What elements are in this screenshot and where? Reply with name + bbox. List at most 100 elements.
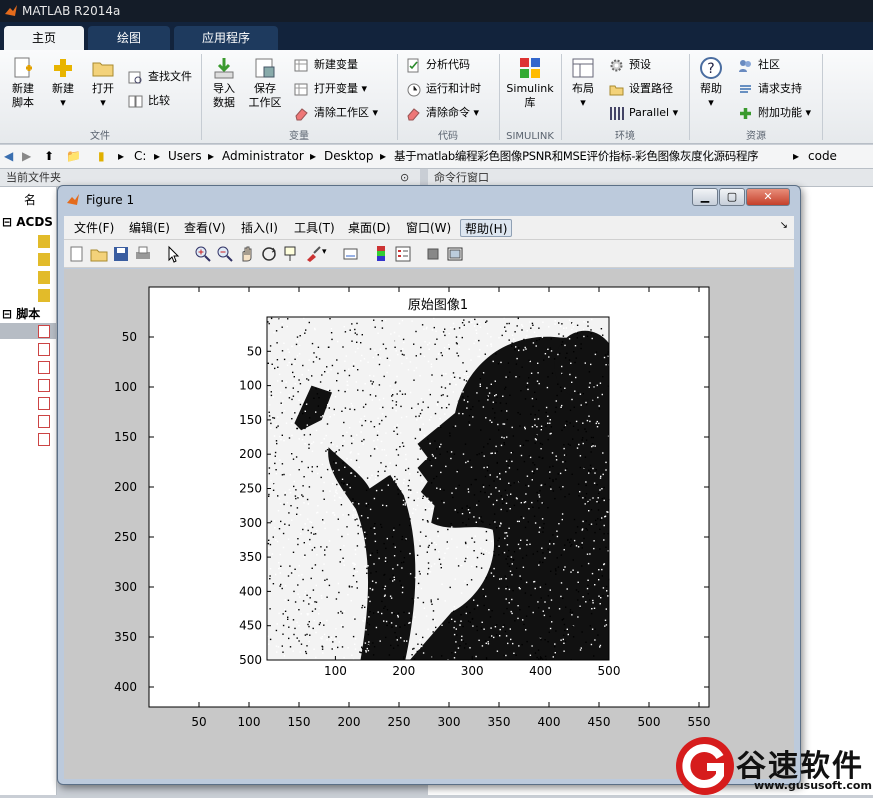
m-file-icon[interactable] (38, 325, 50, 338)
clear-workspace-button[interactable]: 清除工作区 ▾ (294, 104, 378, 124)
tab-home[interactable]: 主页 (4, 26, 84, 50)
hide-tools-icon[interactable] (424, 245, 442, 263)
folder-acds[interactable]: ⊟ ACDS (2, 215, 53, 229)
legend-icon[interactable] (394, 245, 412, 263)
pan-icon[interactable] (238, 245, 256, 263)
watermark-logo-icon (676, 737, 734, 795)
print-icon[interactable] (134, 245, 152, 263)
new-figure-icon[interactable] (68, 245, 86, 263)
analyze-code-button[interactable]: 分析代码 (406, 56, 470, 76)
open-variable-button[interactable]: 打开变量 ▾ (294, 80, 367, 100)
set-path-button[interactable]: 设置路径 (609, 80, 673, 100)
x-tick-label: 500 (598, 664, 621, 678)
menu-view[interactable]: 查看(V) (180, 219, 230, 237)
brush-icon[interactable] (304, 245, 322, 263)
m-file-icon[interactable] (38, 379, 50, 392)
matlab-title-bar: MATLAB R2014a (0, 0, 873, 22)
colorbar-icon[interactable] (372, 245, 390, 263)
show-tools-icon[interactable] (446, 245, 464, 263)
find-files-button[interactable]: 查找文件 (128, 68, 192, 88)
x-tick-label: 450 (588, 715, 611, 729)
breadcrumb-project-folder[interactable]: 基于matlab编程彩色图像PSNR和MSE评价指标-彩色图像灰度化源码程序 (394, 145, 759, 167)
jpg-file-icon[interactable] (38, 271, 50, 284)
new-variable-button[interactable]: 新建变量 (294, 56, 358, 76)
separator (397, 54, 398, 140)
name-column-header[interactable]: 名 (24, 191, 36, 208)
y-tick-label: 50 (122, 330, 137, 344)
browse-folder-icon[interactable]: 📁 (66, 145, 81, 167)
compare-button[interactable]: 比较 (128, 92, 170, 112)
menu-insert[interactable]: 插入(I) (237, 219, 282, 237)
menu-window[interactable]: 窗口(W) (402, 219, 455, 237)
import-data-button[interactable]: 导入 数据 (206, 56, 242, 110)
gear-icon (610, 59, 623, 72)
eraser-icon (295, 108, 308, 121)
open-button[interactable]: 打开 ▾ (86, 56, 120, 110)
svg-text:?: ? (707, 61, 714, 77)
back-arrow-icon[interactable]: ◀ (4, 145, 13, 167)
separator-arrow: ▸ (118, 149, 125, 163)
pointer-icon[interactable] (164, 245, 182, 263)
menu-tools[interactable]: 工具(T) (290, 219, 339, 237)
menu-file[interactable]: 文件(F) (70, 219, 118, 237)
breadcrumb-administrator[interactable]: Administrator (222, 145, 304, 167)
m-file-icon[interactable] (38, 397, 50, 410)
up-folder-icon[interactable]: ⬆ (44, 145, 54, 167)
jpg-file-icon[interactable] (38, 253, 50, 266)
menu-help[interactable]: 帮助(H) (460, 219, 513, 237)
jpg-file-icon[interactable] (38, 289, 50, 302)
zoom-in-icon[interactable] (194, 245, 212, 263)
new-script-button[interactable]: 新建 脚本 (6, 56, 40, 110)
breadcrumb-c[interactable]: C: (134, 145, 146, 167)
help-button[interactable]: ? 帮助 ▾ (694, 56, 728, 110)
collapse-icon[interactable]: ⊟ (2, 307, 12, 321)
figure-window[interactable]: Figure 1 ▁ ▢ ✕ 文件(F) 编辑(E) 查看(V) 插入(I) 工… (57, 185, 801, 785)
save-workspace-button[interactable]: 保存 工作区 (246, 56, 284, 110)
close-button[interactable]: ✕ (746, 188, 790, 206)
folder-icon: ▮ (98, 149, 105, 163)
m-file-icon[interactable] (38, 361, 50, 374)
parallel-button[interactable]: Parallel ▾ (609, 104, 678, 124)
layout-button[interactable]: 布局 ▾ (565, 56, 601, 110)
request-support-button[interactable]: 请求支持 (738, 80, 802, 100)
tab-apps[interactable]: 应用程序 (174, 26, 278, 50)
x-tick-label: 350 (488, 715, 511, 729)
run-and-time-button[interactable]: 运行和计时 (406, 80, 481, 100)
x-tick-label: 100 (238, 715, 261, 729)
tab-plots[interactable]: 绘图 (88, 26, 170, 50)
breadcrumb-code[interactable]: code (808, 145, 837, 167)
zoom-out-icon[interactable] (216, 245, 234, 263)
m-file-icon[interactable] (38, 415, 50, 428)
separator (689, 54, 690, 140)
simulink-library-button[interactable]: Simulink 库 (503, 56, 557, 110)
dock-arrow-icon[interactable]: ↘ (780, 220, 788, 231)
menu-edit[interactable]: 编辑(E) (125, 219, 174, 237)
separator (561, 54, 562, 140)
plot-area[interactable]: 50 100 150 200 250 300 350 400 450 500 550 50 100 150… (64, 269, 794, 779)
collapse-icon[interactable]: ⊟ (2, 215, 12, 229)
y-tick-label: 200 (239, 447, 262, 461)
breadcrumb-desktop[interactable]: Desktop (324, 145, 374, 167)
new-button[interactable]: 新建 ▾ (46, 56, 80, 110)
clear-commands-button[interactable]: 清除命令 ▾ (406, 104, 479, 124)
m-file-icon[interactable] (38, 433, 50, 446)
maximize-button[interactable]: ▢ (719, 188, 745, 206)
minimize-button[interactable]: ▁ (692, 188, 718, 206)
jpg-file-icon[interactable] (38, 235, 50, 248)
m-file-icon[interactable] (38, 343, 50, 356)
forward-arrow-icon[interactable]: ▶ (22, 145, 31, 167)
folder-scripts[interactable]: ⊟ 脚本 (2, 305, 40, 322)
chevron-down-icon: ▾ (672, 106, 679, 119)
open-icon[interactable] (90, 245, 108, 263)
addons-button[interactable]: 附加功能 ▾ (738, 104, 811, 124)
preferences-button[interactable]: 预设 (609, 56, 651, 76)
link-icon[interactable] (342, 245, 360, 263)
breadcrumb-users[interactable]: Users (168, 145, 202, 167)
rotate-icon[interactable] (260, 245, 278, 263)
chevron-down-icon[interactable]: ▾ (322, 247, 327, 257)
menu-desktop[interactable]: 桌面(D) (344, 219, 395, 237)
community-button[interactable]: 社区 (738, 56, 780, 76)
save-icon[interactable] (112, 245, 130, 263)
data-cursor-icon[interactable] (282, 245, 300, 263)
separator-arrow: ▸ (208, 149, 215, 163)
